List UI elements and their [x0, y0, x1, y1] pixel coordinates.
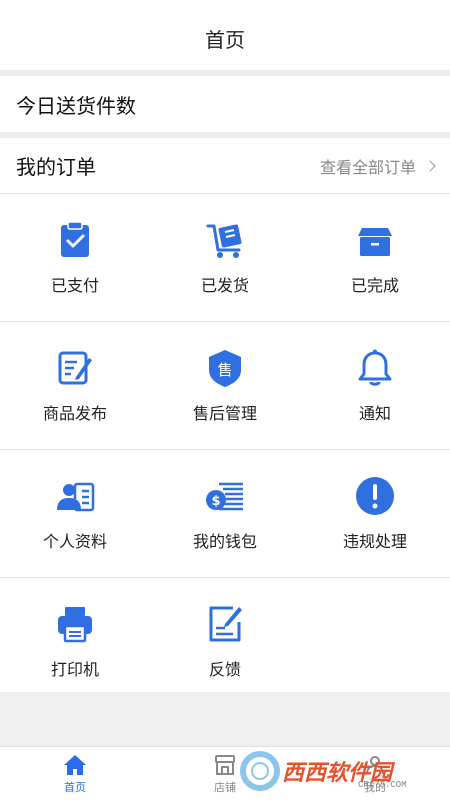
grid-item-product-publish[interactable]: 商品发布: [0, 322, 150, 449]
empty-area: [0, 692, 450, 746]
grid-item-label: 已完成: [350, 277, 399, 295]
clipboard-check-icon: [61, 220, 89, 257]
grid-item-paid[interactable]: 已支付: [0, 194, 150, 321]
tab-home[interactable]: 首页: [0, 747, 150, 800]
grid-item-shipped[interactable]: 已发货: [150, 194, 300, 321]
watermark-logo-icon: [240, 751, 280, 791]
printer-icon: [58, 607, 92, 643]
store-icon: [215, 754, 235, 775]
grid-item-label: 反馈: [208, 662, 241, 679]
tab-label: 首页: [64, 781, 86, 794]
grid-item-wallet[interactable]: $ 我的钱包: [150, 450, 300, 577]
grid-item-notifications[interactable]: 通知: [300, 322, 450, 449]
grid-row: 已支付 已发货 已完成: [0, 194, 450, 322]
grid-item-label: 已发货: [200, 277, 249, 295]
grid-row: 打印机 反馈: [0, 578, 450, 706]
grid-item-profile[interactable]: 个人资料: [0, 450, 150, 577]
home-icon: [64, 754, 86, 775]
shield-badge-icon: 售: [209, 349, 241, 387]
tab-label: 店铺: [214, 781, 236, 794]
grid-item-printer[interactable]: 打印机: [0, 578, 150, 706]
view-all-label: 查看全部订单: [319, 159, 416, 177]
view-all-orders-link[interactable]: 查看全部订单: [319, 154, 436, 178]
grid-item-empty: [300, 578, 450, 706]
alert-circle-icon: [356, 476, 394, 515]
grid-item-label: 商品发布: [42, 405, 107, 423]
my-orders-title: 我的订单: [16, 157, 96, 179]
grid-item-label: 我的钱包: [192, 533, 257, 551]
grid-item-violations[interactable]: 违规处理: [300, 450, 450, 577]
grid-item-label: 违规处理: [342, 533, 407, 551]
grid-item-label: 打印机: [50, 662, 99, 679]
wallet-coin-icon: $: [206, 482, 243, 510]
page-title: 首页: [205, 29, 245, 52]
today-delivery-row[interactable]: 今日送货件数: [0, 76, 450, 132]
watermark-sub: CR173.COM: [358, 780, 407, 790]
cart-shipping-icon: [206, 224, 242, 258]
grid-item-label: 售后管理: [192, 405, 257, 423]
feature-grid: 已支付 已发货 已完成 商品发布 售 售后管理 通知 个人资料 $ 我的钱包 违…: [0, 194, 450, 706]
feedback-edit-icon: [209, 606, 242, 642]
chevron-right-icon: [424, 159, 436, 172]
watermark: 西西软件园 CR173.COM: [240, 748, 436, 794]
grid-row: 个人资料 $ 我的钱包 违规处理: [0, 450, 450, 578]
bell-icon: [358, 349, 392, 386]
grid-item-label: 已支付: [50, 277, 99, 295]
grid-item-after-sales[interactable]: 售 售后管理: [150, 322, 300, 449]
svg-text:售: 售: [217, 361, 232, 379]
box-icon: [358, 227, 392, 256]
grid-item-completed[interactable]: 已完成: [300, 194, 450, 321]
grid-item-label: 个人资料: [42, 533, 107, 551]
grid-item-label: 通知: [358, 405, 391, 423]
grid-item-feedback[interactable]: 反馈: [150, 578, 300, 706]
app-header: 首页: [0, 0, 450, 70]
my-orders-header: 我的订单 查看全部订单: [0, 138, 450, 194]
edit-document-icon: [58, 351, 92, 384]
id-card-icon: [57, 482, 95, 511]
grid-row: 商品发布 售 售后管理 通知: [0, 322, 450, 450]
svg-text:$: $: [211, 494, 220, 509]
